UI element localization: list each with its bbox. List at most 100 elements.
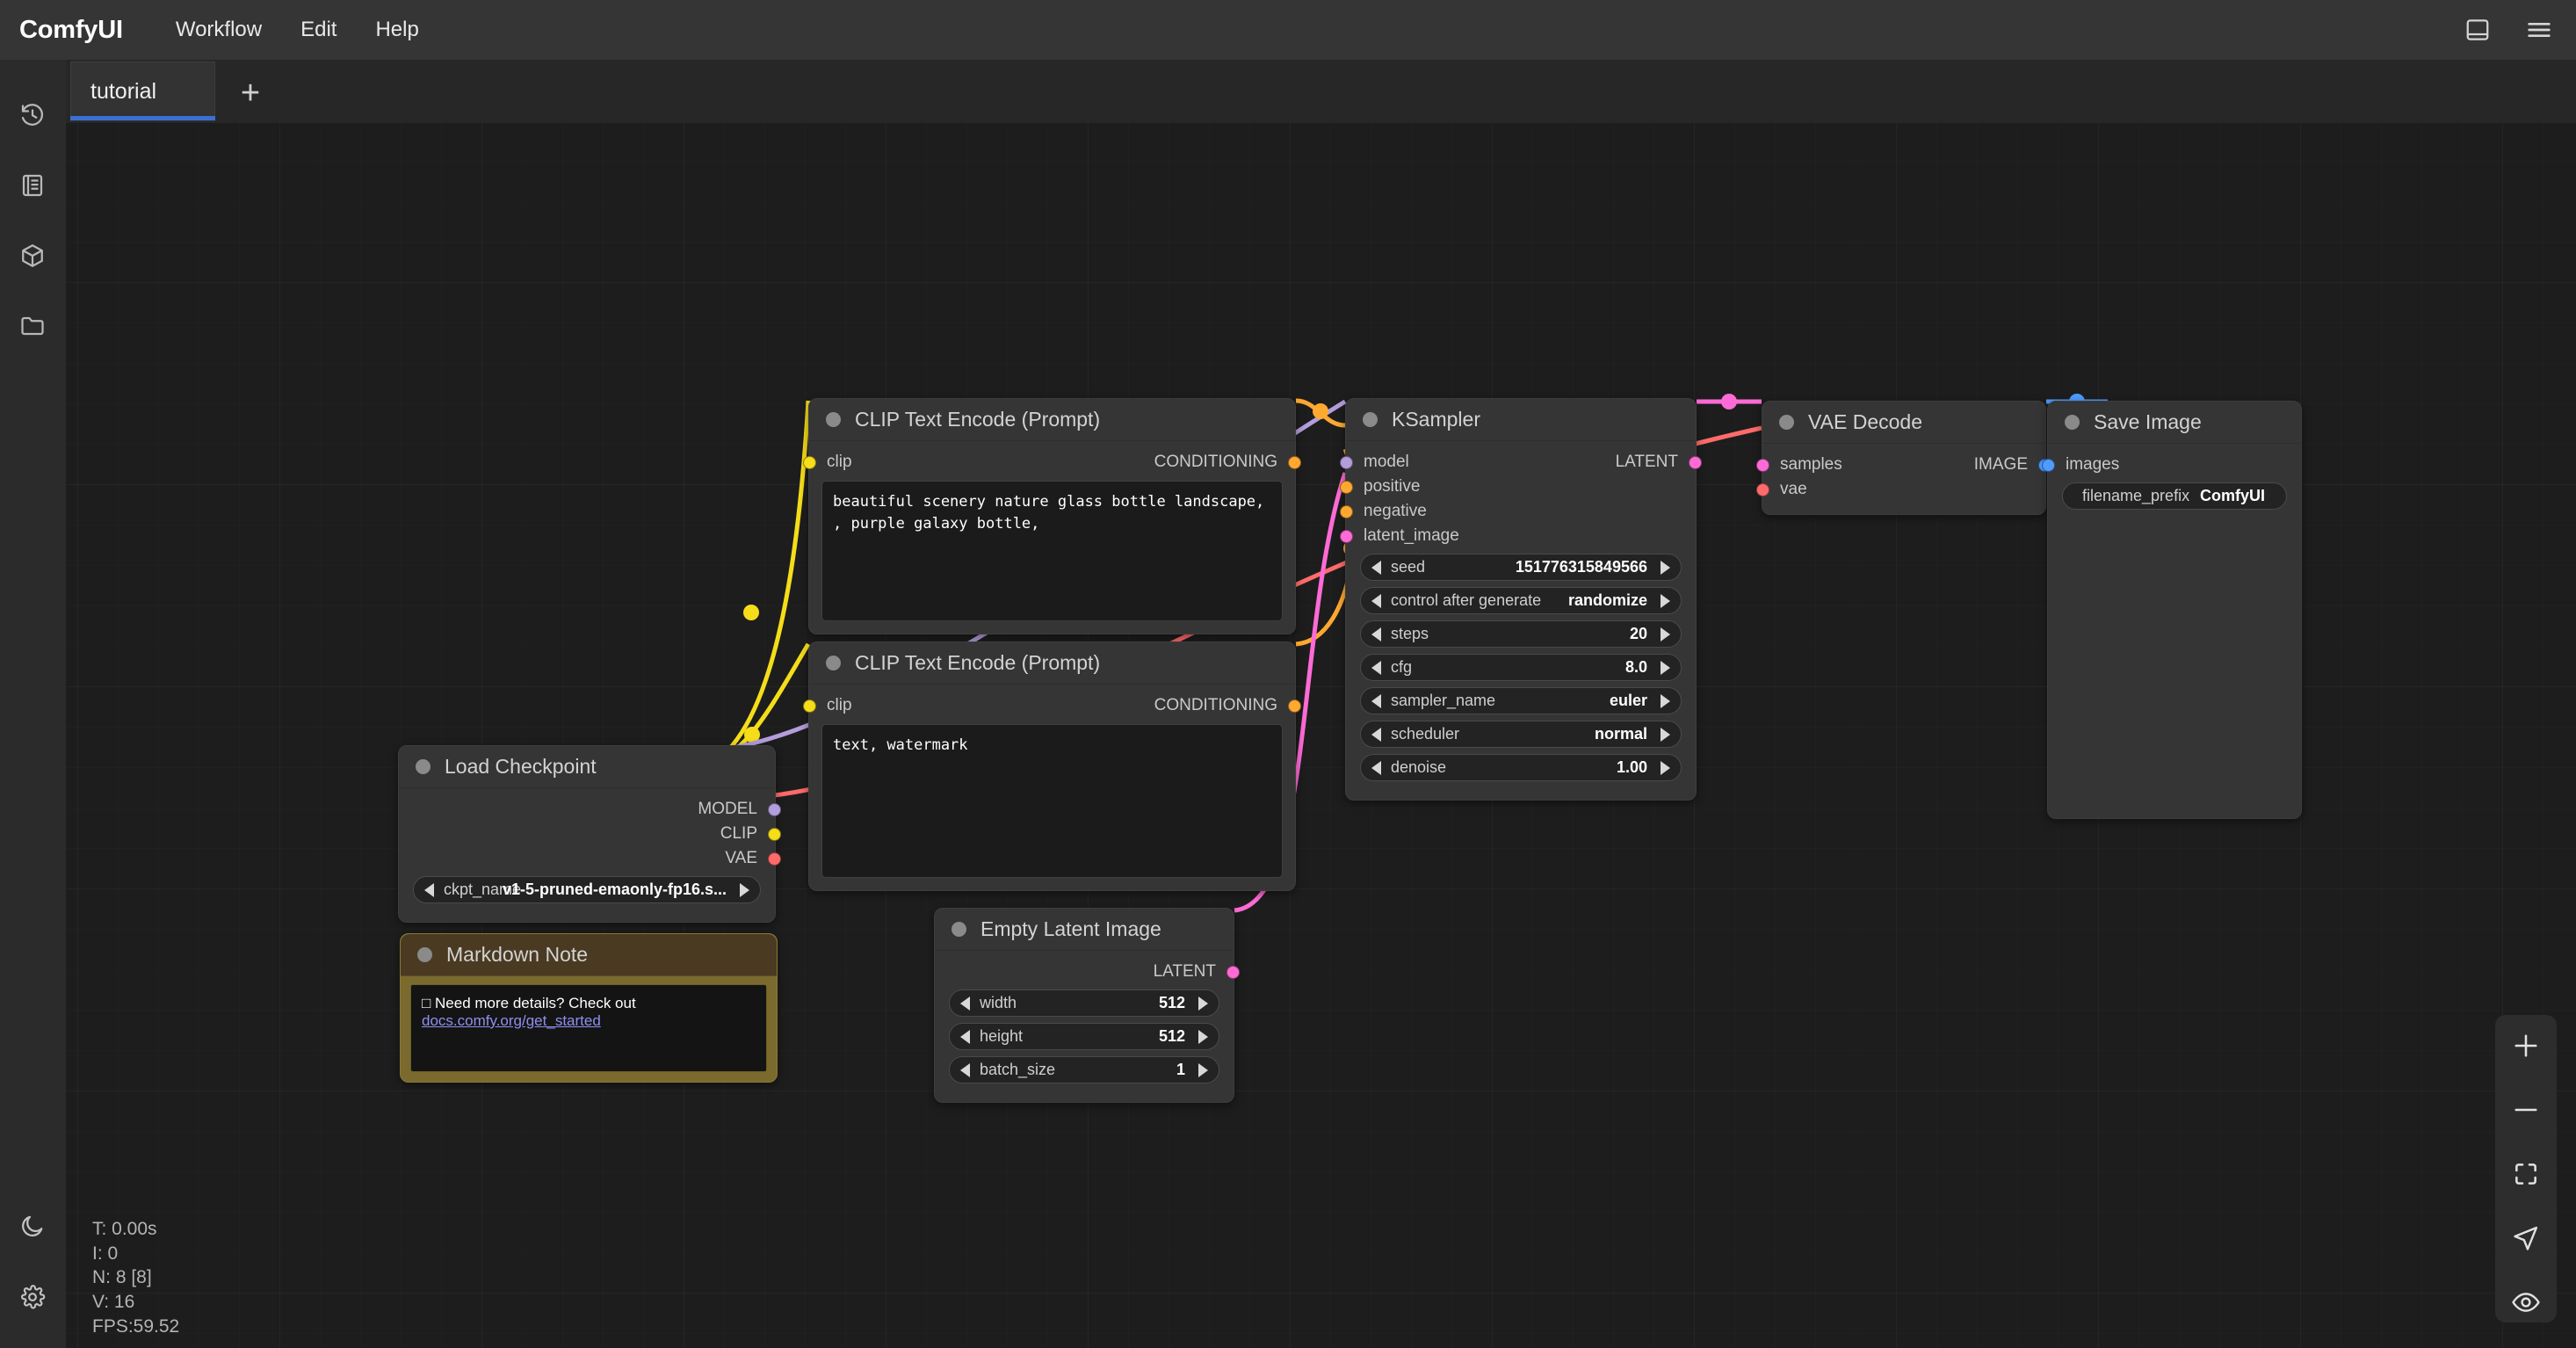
vae-input-port[interactable] <box>1756 482 1769 496</box>
zoom-out-button[interactable] <box>2505 1090 2547 1131</box>
conditioning-output-port[interactable] <box>1288 699 1301 713</box>
increment-arrow-icon[interactable] <box>1661 760 1670 775</box>
node-collapse-dot[interactable] <box>826 656 841 670</box>
slot-model-input[interactable]: model LATENT <box>1340 450 1702 475</box>
decrement-arrow-icon[interactable] <box>1371 693 1381 708</box>
note-docs-link[interactable]: docs.comfy.org/get_started <box>422 1012 601 1029</box>
vae-output-port[interactable] <box>768 852 781 866</box>
widget-width[interactable]: width 512 <box>949 989 1219 1017</box>
latent-output-port[interactable] <box>1689 455 1702 469</box>
widget-control-after-generate[interactable]: control after generate randomize <box>1360 587 1682 614</box>
increment-arrow-icon[interactable] <box>1661 660 1670 675</box>
node-library-icon[interactable] <box>12 165 53 206</box>
toggle-link-visibility-button[interactable] <box>2505 1281 2547 1323</box>
node-header[interactable]: KSampler <box>1346 399 1696 441</box>
model-library-icon[interactable] <box>12 236 53 276</box>
node-header[interactable]: CLIP Text Encode (Prompt) <box>809 642 1295 685</box>
increment-arrow-icon[interactable] <box>1661 727 1670 742</box>
widget-denoise[interactable]: denoise 1.00 <box>1360 754 1682 781</box>
node-collapse-dot[interactable] <box>1363 412 1378 427</box>
widget-batch-size[interactable]: batch_size 1 <box>949 1056 1219 1083</box>
node-load-checkpoint[interactable]: Load Checkpoint MODEL CLIP VAE ckpt_name… <box>398 745 781 923</box>
decrement-arrow-icon[interactable] <box>1371 760 1381 775</box>
slot-latent-output[interactable]: LATENT <box>935 960 1240 984</box>
node-clip-text-encode-negative[interactable]: CLIP Text Encode (Prompt) clip CONDITION… <box>803 641 1301 891</box>
node-header[interactable]: CLIP Text Encode (Prompt) <box>809 399 1295 441</box>
new-workflow-tab-button[interactable]: + <box>233 76 268 111</box>
latent-output-port[interactable] <box>1226 965 1240 979</box>
slot-clip-input[interactable]: clip CONDITIONING <box>803 450 1301 475</box>
node-vae-decode[interactable]: VAE Decode samples IMAGE vae <box>1756 401 2051 515</box>
dark-mode-moon-icon[interactable] <box>12 1206 53 1246</box>
node-header[interactable]: Empty Latent Image <box>935 909 1234 951</box>
prompt-textarea[interactable]: text, watermark <box>821 724 1283 878</box>
decrement-arrow-icon[interactable] <box>1371 560 1381 575</box>
widget-sampler-name[interactable]: sampler_name euler <box>1360 687 1682 714</box>
slot-images-input[interactable]: images <box>2042 453 2301 477</box>
menu-item-help[interactable]: Help <box>356 11 438 49</box>
increment-arrow-icon[interactable] <box>1198 996 1208 1011</box>
increment-arrow-icon[interactable] <box>1661 627 1670 641</box>
decrement-arrow-icon[interactable] <box>424 882 434 897</box>
node-header[interactable]: VAE Decode <box>1762 402 2045 444</box>
decrement-arrow-icon[interactable] <box>960 1062 970 1077</box>
widget-filename-prefix[interactable]: filename_prefix ComfyUI <box>2062 482 2287 510</box>
slot-positive-input[interactable]: positive <box>1340 475 1696 499</box>
fit-view-button[interactable] <box>2505 1154 2547 1195</box>
widget-cfg[interactable]: cfg 8.0 <box>1360 654 1682 681</box>
node-collapse-dot[interactable] <box>417 947 432 962</box>
panel-layout-icon[interactable] <box>2460 12 2495 47</box>
increment-arrow-icon[interactable] <box>1198 1062 1208 1077</box>
positive-input-port[interactable] <box>1340 480 1353 494</box>
increment-arrow-icon[interactable] <box>1661 593 1670 608</box>
increment-arrow-icon[interactable] <box>1198 1029 1208 1044</box>
select-mode-button[interactable] <box>2505 1217 2547 1258</box>
node-header[interactable]: Load Checkpoint <box>399 746 775 788</box>
decrement-arrow-icon[interactable] <box>1371 727 1381 742</box>
slot-clip-input[interactable]: clip CONDITIONING <box>803 693 1301 718</box>
images-input-port[interactable] <box>2042 458 2055 472</box>
node-empty-latent-image[interactable]: Empty Latent Image LATENT width 512 heig… <box>934 908 1240 1103</box>
node-collapse-dot[interactable] <box>952 922 966 937</box>
samples-input-port[interactable] <box>1756 458 1769 472</box>
widget-steps[interactable]: steps 20 <box>1360 620 1682 648</box>
hamburger-menu-icon[interactable] <box>2522 12 2557 47</box>
decrement-arrow-icon[interactable] <box>1371 660 1381 675</box>
node-collapse-dot[interactable] <box>416 759 431 774</box>
conditioning-output-port[interactable] <box>1288 455 1301 469</box>
increment-arrow-icon[interactable] <box>1661 560 1670 575</box>
slot-vae-output[interactable]: VAE <box>399 846 781 871</box>
slot-clip-output[interactable]: CLIP <box>399 822 781 846</box>
model-output-port[interactable] <box>768 802 781 816</box>
node-ksampler[interactable]: KSampler model LATENT positive negative <box>1340 398 1702 801</box>
node-header[interactable]: Save Image <box>2048 402 2301 444</box>
note-content[interactable]: □ Need more details? Check out docs.comf… <box>410 984 767 1072</box>
workflow-tab-tutorial[interactable]: tutorial <box>70 62 215 121</box>
prompt-textarea[interactable]: beautiful scenery nature glass bottle la… <box>821 481 1283 621</box>
graph-canvas[interactable]: CLIP Text Encode (Prompt) clip CONDITION… <box>66 60 2576 1348</box>
slot-model-output[interactable]: MODEL <box>399 797 781 822</box>
note-checkbox-icon[interactable]: □ <box>422 995 431 1011</box>
increment-arrow-icon[interactable] <box>740 882 749 897</box>
slot-samples-input[interactable]: samples IMAGE <box>1756 453 2051 477</box>
slot-latent-image-input[interactable]: latent_image <box>1340 524 1696 548</box>
workflows-folder-icon[interactable] <box>12 306 53 346</box>
negative-input-port[interactable] <box>1340 504 1353 518</box>
decrement-arrow-icon[interactable] <box>1371 593 1381 608</box>
widget-ckpt-name[interactable]: ckpt_name v1-5-pruned-emaonly-fp16.s... <box>413 876 761 903</box>
node-collapse-dot[interactable] <box>1779 415 1794 430</box>
decrement-arrow-icon[interactable] <box>1371 627 1381 641</box>
slot-negative-input[interactable]: negative <box>1340 499 1696 524</box>
model-input-port[interactable] <box>1340 455 1353 469</box>
widget-height[interactable]: height 512 <box>949 1023 1219 1050</box>
queue-history-icon[interactable] <box>12 95 53 135</box>
clip-output-port[interactable] <box>768 827 781 841</box>
widget-scheduler[interactable]: scheduler normal <box>1360 721 1682 748</box>
node-clip-text-encode-positive[interactable]: CLIP Text Encode (Prompt) clip CONDITION… <box>803 398 1301 634</box>
latent-image-input-port[interactable] <box>1340 529 1353 543</box>
node-collapse-dot[interactable] <box>826 412 841 427</box>
increment-arrow-icon[interactable] <box>1661 693 1670 708</box>
clip-input-port[interactable] <box>803 455 816 469</box>
slot-vae-input[interactable]: vae <box>1756 477 2045 502</box>
menu-item-edit[interactable]: Edit <box>281 11 356 49</box>
